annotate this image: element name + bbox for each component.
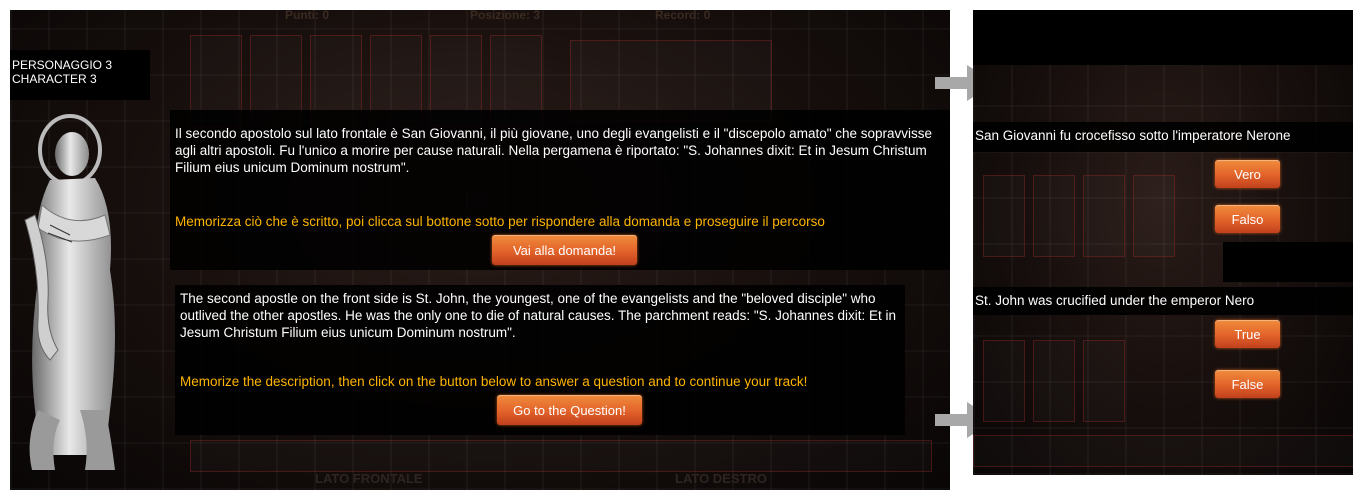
english-description: The second apostle on the front side is … [180,291,896,340]
record-display: Record: 0 [655,10,711,22]
position-display: Posizione: 3 [470,10,541,22]
character-label-en: CHARACTER 3 [12,72,97,86]
story-panel: Punti: 0 Posizione: 3 Record: 0 PERSONAG… [10,10,950,490]
score-bar: Punti: 0 Posizione: 3 Record: 0 [10,10,950,24]
answer-false-button-it[interactable]: Falso [1215,205,1280,233]
top-shade [973,10,1353,65]
front-side-label: LATO FRONTALE [315,471,423,486]
right-side-label: LATO DESTRO [675,471,767,486]
question-en-box: St. John was crucified under the emperor… [973,287,1353,315]
english-instruction: Memorize the description, then click on … [180,374,808,389]
quiz-panel: San Giovanni fu crocefisso sotto l'imper… [973,10,1353,475]
answer-false-button-en[interactable]: False [1215,370,1280,398]
go-to-question-button-it[interactable]: Vai alla domanda! [492,235,637,265]
question-it-box: San Giovanni fu crocefisso sotto l'imper… [973,122,1353,152]
italian-instruction: Memorizza ciò che è scritto, poi clicca … [175,214,825,229]
italian-description: Il secondo apostolo sul lato frontale è … [175,126,933,175]
character-label: PERSONAGGIO 3 CHARACTER 3 [10,50,150,100]
question-en: St. John was crucified under the emperor… [975,293,1255,308]
answer-true-button-en[interactable]: True [1215,320,1280,348]
question-it: San Giovanni fu crocefisso sotto l'imper… [975,128,1291,143]
points-display: Punti: 0 [285,10,329,22]
character-label-it: PERSONAGGIO 3 [12,58,113,72]
answer-true-button-it[interactable]: Vero [1215,160,1280,188]
shade-block [1223,242,1353,282]
saint-john-statue-image [24,114,115,470]
go-to-question-button-en[interactable]: Go to the Question! [497,395,642,425]
